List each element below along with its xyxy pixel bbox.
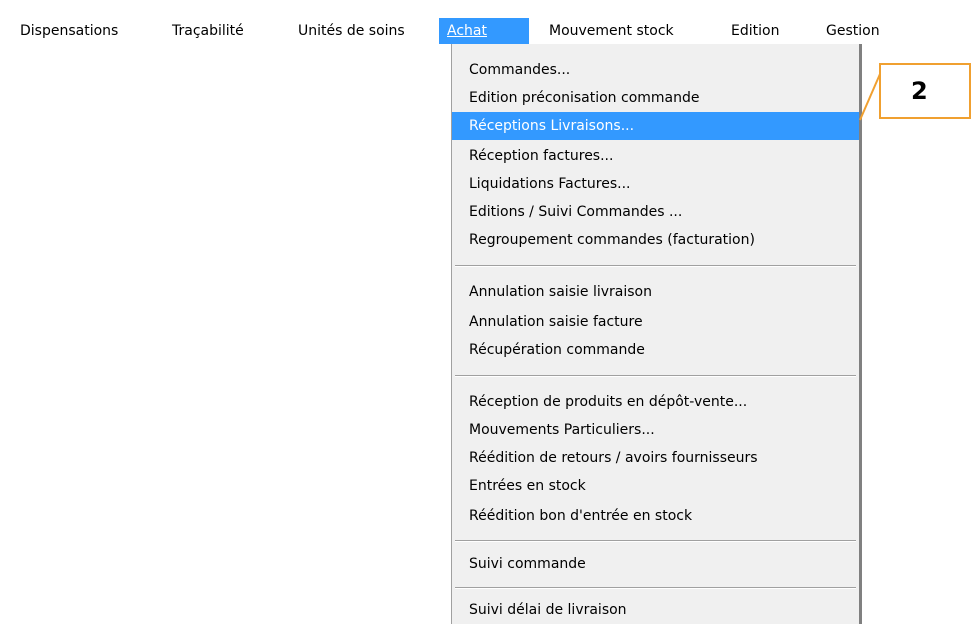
callout-pointer-line	[859, 73, 881, 121]
callout-badge: 2	[879, 63, 971, 119]
callout-number: 2	[911, 77, 928, 105]
